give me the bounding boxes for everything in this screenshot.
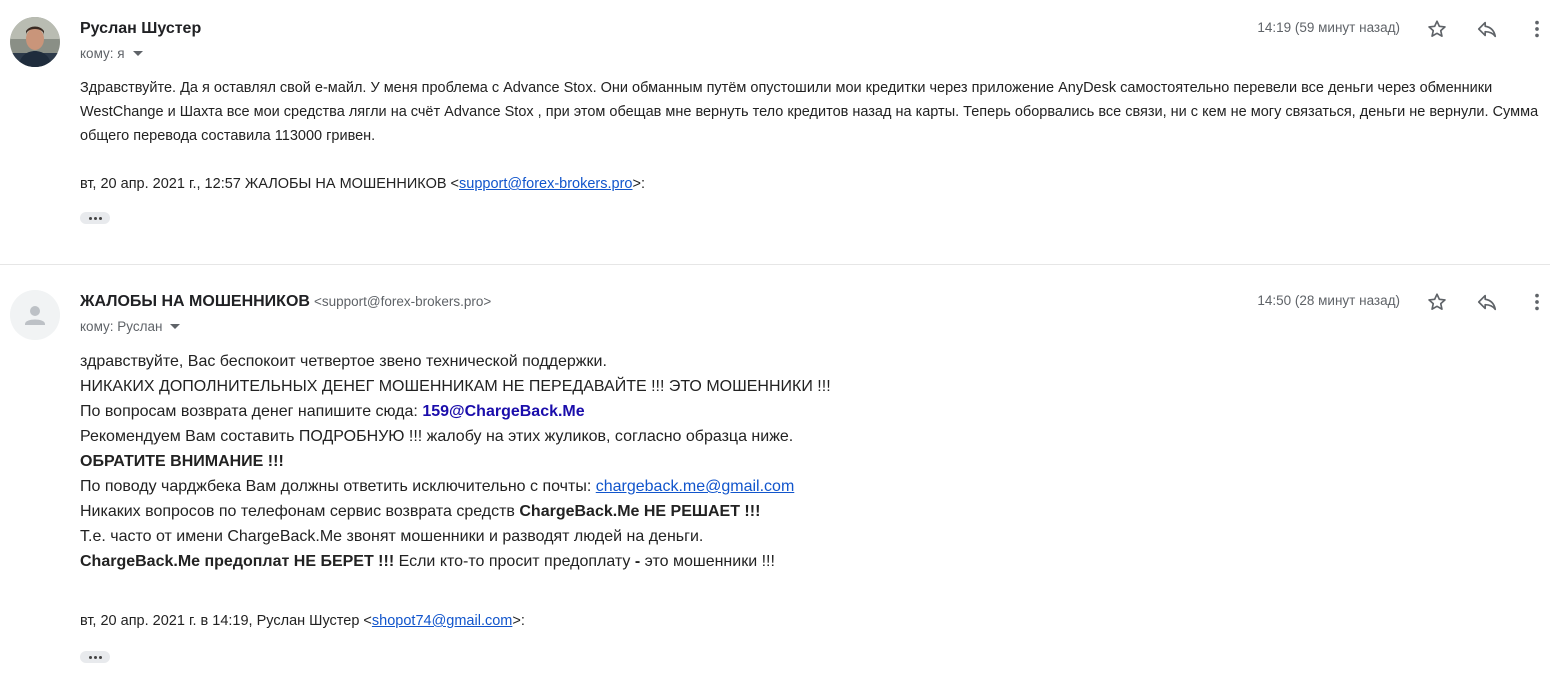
ellipsis-icon bbox=[88, 216, 92, 220]
star-icon bbox=[1428, 293, 1446, 310]
quote-prefix: вт, 20 апр. 2021 г. в 14:19, Руслан Шуст… bbox=[80, 613, 372, 629]
more-options-button[interactable] bbox=[1525, 17, 1549, 41]
body-line-9-end: это мошенники !!! bbox=[640, 553, 775, 570]
body-line-9: ChargeBack.Me предоплат НЕ БЕРЕТ !!! Есл… bbox=[80, 549, 1540, 574]
quote-prefix: вт, 20 апр. 2021 г., 12:57 ЖАЛОБЫ НА МОШ… bbox=[80, 176, 460, 192]
sender-name: Руслан Шустер bbox=[80, 20, 202, 37]
body-line-2: НИКАКИХ ДОПОЛНИТЕЛЬНЫХ ДЕНЕГ МОШЕННИКАМ … bbox=[80, 378, 831, 395]
sender-name-text: ЖАЛОБЫ НА МОШЕННИКОВ bbox=[80, 293, 310, 310]
ellipsis-dot bbox=[93, 216, 97, 220]
body-line-7-text: Никаких вопросов по телефонам сервис воз… bbox=[80, 503, 520, 520]
body-line-6: По поводу чарджбека Вам должны ответить … bbox=[80, 474, 1540, 499]
message-time: 14:50 (28 минут назад) bbox=[1257, 293, 1400, 308]
chargeback-email-highlight: 159@ChargeBack.Me bbox=[422, 403, 585, 420]
ellipsis-dot bbox=[93, 655, 97, 659]
quote-email-link[interactable]: shopot74@gmail.com bbox=[372, 613, 512, 629]
quote-suffix: >: bbox=[632, 176, 646, 192]
quote-header: вт, 20 апр. 2021 г., 12:57 ЖАЛОБЫ НА МОШ… bbox=[80, 176, 645, 192]
email-message-2: ЖАЛОБЫ НА МОШЕННИКОВ <support@forex-broke… bbox=[0, 265, 1568, 678]
email-message-1: Руслан Шустер кому: я 14:19 (59 минут на… bbox=[0, 0, 1568, 264]
body-line-1: здравствуйте, Вас беспокоит четвертое зв… bbox=[80, 353, 607, 370]
ellipsis-dot bbox=[98, 216, 102, 220]
star-icon bbox=[1428, 20, 1446, 37]
ellipsis-dot bbox=[98, 655, 102, 659]
reply-button[interactable] bbox=[1475, 290, 1499, 314]
body-line-9-bold: ChargeBack.Me предоплат НЕ БЕРЕТ !!! bbox=[80, 553, 395, 570]
body-line-8: Т.е. часто от имени ChargeBack.Me звонят… bbox=[80, 528, 704, 545]
body-line-7: Никаких вопросов по телефонам сервис воз… bbox=[80, 499, 1540, 524]
recipient-line[interactable]: кому: я bbox=[80, 46, 143, 61]
reply-icon bbox=[1477, 294, 1497, 311]
person-icon bbox=[10, 290, 60, 340]
chargeback-gmail-link[interactable]: chargeback.me@gmail.com bbox=[596, 478, 795, 495]
message-body: здравствуйте, Вас беспокоит четвертое зв… bbox=[80, 349, 1540, 574]
quote-suffix: >: bbox=[512, 613, 525, 629]
show-trimmed-content-button[interactable] bbox=[80, 651, 110, 663]
more-vert-icon bbox=[1535, 20, 1539, 38]
sender-avatar[interactable] bbox=[10, 17, 60, 67]
more-vert-icon bbox=[1535, 293, 1539, 311]
body-line-9-text: Если кто-то просит предоплату bbox=[394, 553, 635, 570]
reply-button[interactable] bbox=[1475, 17, 1499, 41]
body-line-3: По вопросам возврата денег напишите сюда… bbox=[80, 399, 1540, 424]
quote-header: вт, 20 апр. 2021 г. в 14:19, Руслан Шуст… bbox=[80, 613, 525, 629]
show-trimmed-content-button[interactable] bbox=[80, 212, 110, 224]
chevron-down-icon[interactable] bbox=[132, 51, 143, 56]
recipient-label: кому: я bbox=[80, 46, 125, 61]
reply-icon bbox=[1477, 21, 1497, 38]
body-line-4: Рекомендуем Вам составить ПОДРОБНУЮ !!! … bbox=[80, 428, 794, 445]
body-line-3-text: По вопросам возврата денег напишите сюда… bbox=[80, 403, 423, 420]
message-time: 14:19 (59 минут назад) bbox=[1257, 20, 1400, 35]
sender-avatar[interactable] bbox=[10, 290, 60, 340]
body-line-5: ОБРАТИТЕ ВНИМАНИЕ !!! bbox=[80, 453, 284, 470]
quote-email-link[interactable]: support@forex-brokers.pro bbox=[459, 176, 632, 192]
star-button[interactable] bbox=[1425, 290, 1449, 314]
sender-name: ЖАЛОБЫ НА МОШЕННИКОВ <support@forex-broke… bbox=[80, 293, 491, 311]
body-line-6-text: По поводу чарджбека Вам должны ответить … bbox=[80, 478, 596, 495]
more-options-button[interactable] bbox=[1525, 290, 1549, 314]
sender-email: <support@forex-brokers.pro> bbox=[313, 294, 492, 309]
star-button[interactable] bbox=[1425, 17, 1449, 41]
message-paragraph: Здравствуйте. Да я оставлял свой e-майл.… bbox=[80, 80, 1539, 144]
recipient-line[interactable]: кому: Руслан bbox=[80, 319, 181, 334]
recipient-label: кому: Руслан bbox=[80, 319, 163, 334]
ellipsis-icon bbox=[88, 655, 92, 659]
chevron-down-icon[interactable] bbox=[170, 324, 181, 329]
message-body: Здравствуйте. Да я оставлял свой e-майл.… bbox=[80, 76, 1540, 148]
body-line-7-bold: ChargeBack.Me НЕ РЕШАЕТ !!! bbox=[519, 503, 761, 520]
